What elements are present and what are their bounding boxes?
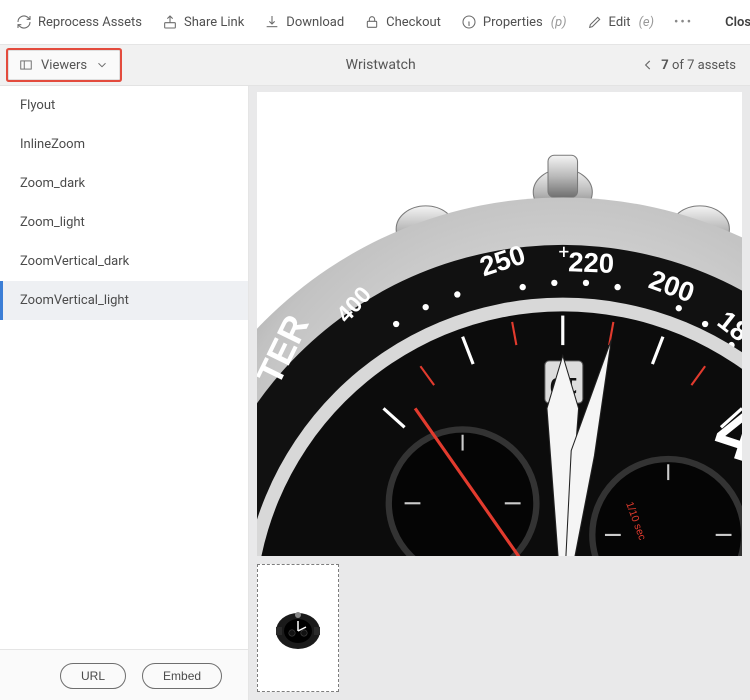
properties-button[interactable]: Properties (p) [455, 10, 573, 34]
checkout-button[interactable]: Checkout [358, 10, 447, 34]
download-icon [264, 14, 280, 30]
asset-pager: 7 of 7 assets [641, 58, 736, 73]
svg-text:+: + [559, 241, 570, 264]
preview-stage[interactable]: 250 220 200 180 160 TER 400 [257, 92, 742, 556]
viewer-item-inlinezoom[interactable]: InlineZoom [0, 125, 248, 164]
asset-title: Wristwatch [120, 57, 641, 73]
pencil-icon [587, 14, 603, 30]
panel-icon [19, 58, 33, 72]
reprocess-label: Reprocess Assets [38, 15, 142, 30]
share-icon [162, 14, 178, 30]
download-button[interactable]: Download [258, 10, 350, 34]
sidebar-actions: URL Embed [0, 649, 248, 700]
lock-icon [364, 14, 380, 30]
embed-button[interactable]: Embed [142, 663, 222, 689]
share-link-button[interactable]: Share Link [156, 10, 250, 34]
edit-button[interactable]: Edit (e) [581, 10, 660, 34]
page-current: 7 [661, 58, 668, 73]
chevron-left-icon[interactable] [641, 58, 655, 72]
viewer-item-flyout[interactable]: Flyout [0, 86, 248, 125]
more-actions-button[interactable]: ••• [668, 15, 699, 30]
checkout-label: Checkout [386, 15, 441, 30]
top-toolbar: Reprocess Assets Share Link Download Che… [0, 0, 750, 45]
page-of: of 7 assets [672, 58, 736, 73]
edit-hint: (e) [639, 15, 654, 30]
viewer-item-zoomvertical_dark[interactable]: ZoomVertical_dark [0, 242, 248, 281]
viewer-item-zoom_dark[interactable]: Zoom_dark [0, 164, 248, 203]
wristwatch-image: 250 220 200 180 160 TER 400 [257, 92, 742, 556]
thumbnail-1[interactable] [257, 564, 339, 692]
info-icon [461, 14, 477, 30]
url-button[interactable]: URL [60, 663, 126, 689]
refresh-icon [16, 14, 32, 30]
reprocess-assets-button[interactable]: Reprocess Assets [10, 10, 148, 34]
viewer-item-zoomvertical_light[interactable]: ZoomVertical_light [0, 281, 248, 320]
viewer-item-zoom_light[interactable]: Zoom_light [0, 203, 248, 242]
svg-text:220: 220 [568, 246, 615, 279]
download-label: Download [286, 15, 344, 30]
close-button[interactable]: Close [715, 11, 750, 34]
sidebar: FlyoutInlineZoomZoom_darkZoom_lightZoomV… [0, 86, 249, 700]
viewer-list: FlyoutInlineZoomZoom_darkZoom_lightZoomV… [0, 86, 248, 649]
chevron-down-icon [95, 58, 109, 72]
sub-toolbar: Viewers Wristwatch 7 of 7 assets [0, 45, 750, 86]
properties-label: Properties [483, 15, 543, 30]
thumbnail-strip [257, 564, 742, 692]
properties-hint: (p) [551, 15, 567, 30]
share-label: Share Link [184, 15, 244, 30]
thumbnail-image [268, 603, 328, 653]
preview-canvas: 250 220 200 180 160 TER 400 [249, 86, 750, 700]
viewers-dropdown[interactable]: Viewers [8, 50, 120, 80]
viewers-label: Viewers [41, 58, 87, 73]
edit-label: Edit [609, 15, 631, 30]
